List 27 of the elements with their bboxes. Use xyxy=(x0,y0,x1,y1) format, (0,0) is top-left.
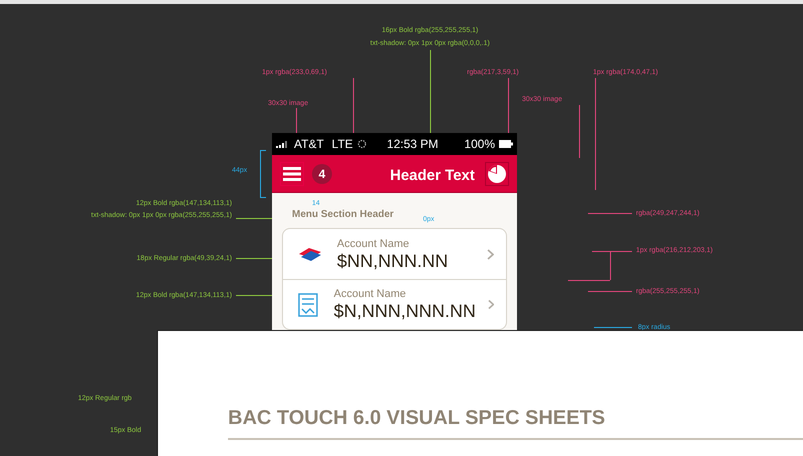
signal-icon xyxy=(276,140,290,148)
header-title: Header Text xyxy=(390,166,475,186)
account-name: Account Name xyxy=(334,289,407,300)
chevron-icon xyxy=(487,248,494,260)
chevron-icon xyxy=(488,299,494,310)
status-time: 12:53 PM xyxy=(386,136,438,153)
pie-chart-button[interactable] xyxy=(485,162,509,186)
flag-logo-icon xyxy=(297,246,323,262)
menu-button[interactable] xyxy=(280,162,304,186)
battery-label: 100% xyxy=(464,136,495,153)
network-label: LTE xyxy=(332,136,353,153)
leader-line xyxy=(588,291,632,292)
leader-line xyxy=(594,327,632,328)
card-logo-icon xyxy=(298,292,318,316)
activity-icon xyxy=(356,139,367,149)
section-header: Menu Section Header xyxy=(292,208,394,222)
carrier-label: AT&T xyxy=(294,136,324,153)
account-row[interactable]: Account Name $NN,NNN.NN xyxy=(283,229,506,279)
account-balance: $N,NNN,NNN.NN xyxy=(334,302,476,320)
leader-line xyxy=(588,213,632,214)
account-row[interactable]: Account Name $N,NNN,NNN.NN xyxy=(283,279,506,329)
leader-line xyxy=(579,105,580,158)
notification-badge: 4 xyxy=(312,164,332,184)
document-title: BAC TOUCH 6.0 VISUAL SPEC SHEETS xyxy=(228,406,606,431)
battery-icon xyxy=(499,140,513,148)
account-name: Account Name xyxy=(337,238,410,250)
account-balance: $NN,NNN.NN xyxy=(337,252,448,270)
